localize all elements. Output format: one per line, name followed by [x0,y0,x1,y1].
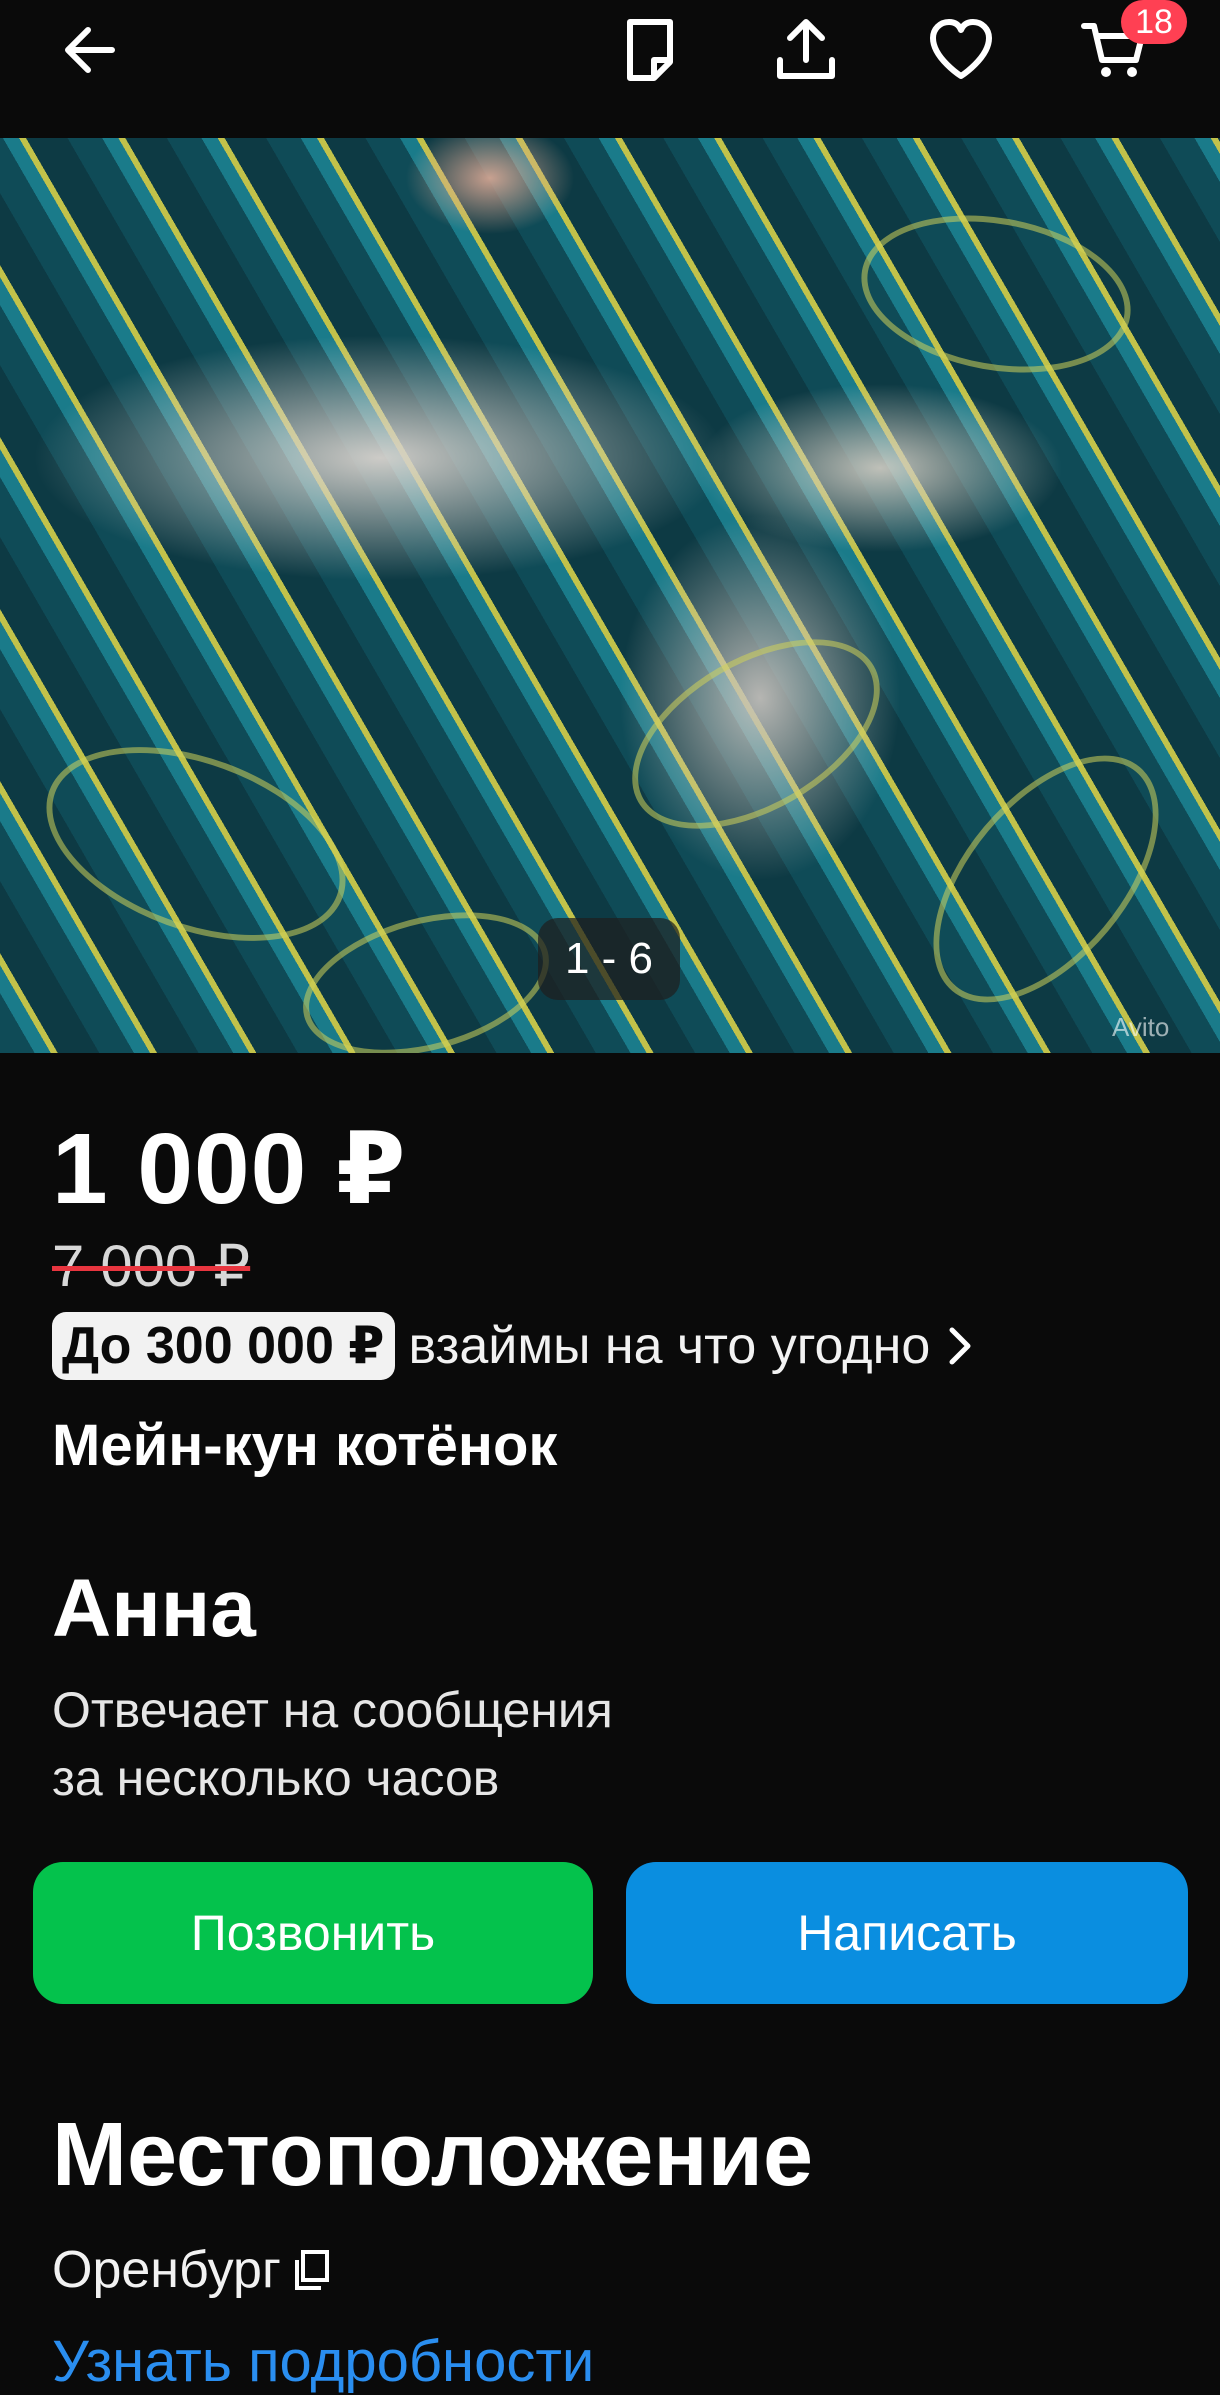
seller-name[interactable]: Анна [52,1562,256,1656]
city-row: Оренбург [52,2240,331,2300]
note-icon[interactable] [614,14,686,86]
loan-badge[interactable]: До 300 000 ₽ [52,1312,395,1380]
cart-count-badge: 18 [1121,0,1187,44]
old-price: 7 000 ₽ [52,1234,251,1299]
photo-gallery[interactable] [0,138,1220,1053]
photo-counter: 1 - 6 [538,918,680,1000]
heart-icon[interactable] [925,14,997,86]
share-upload-icon[interactable] [770,14,842,86]
watermark: Avito [1112,1012,1170,1042]
write-button[interactable]: Написать [626,1862,1188,2004]
reply-line-1: Отвечает на сообщения [52,1682,613,1738]
loan-text[interactable]: взаймы на что угодно [409,1316,931,1376]
location-heading: Местоположение [52,2105,814,2205]
city-name: Оренбург [52,2241,281,2299]
leaf-pattern [19,709,373,979]
reply-line-2: за несколько часов [52,1750,500,1806]
loan-offer[interactable]: До 300 000 ₽ взаймы на что угодно [52,1310,974,1382]
leaf-pattern [890,715,1202,1043]
call-button[interactable]: Позвонить [33,1862,593,2004]
top-bar: 18 [0,0,1220,138]
chevron-right-icon[interactable] [946,1324,974,1368]
reply-time: Отвечает на сообщения за несколько часов [52,1676,613,1812]
arrow-left-icon[interactable] [54,14,126,86]
leaf-pattern [600,600,912,868]
listing-title: Мейн-кун котёнок [52,1413,558,1478]
copy-icon[interactable] [291,2248,331,2292]
price: 1 000 ₽ [52,1113,407,1225]
leaf-pattern [848,195,1144,393]
details-link[interactable]: Узнать подробности [52,2328,594,2395]
